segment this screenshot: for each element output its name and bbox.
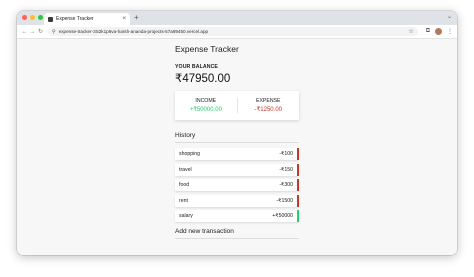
page-content: Expense Tracker YOUR BALANCE ₹47950.00 I… xyxy=(17,39,457,255)
transaction-item[interactable]: rent -₹1500 xyxy=(175,194,299,207)
minimize-window-button[interactable] xyxy=(30,15,35,20)
browser-window: Expense Tracker × + ⌄ ← → ↻ ⚲ expense-tr… xyxy=(17,11,457,255)
browser-tab[interactable]: Expense Tracker × xyxy=(44,13,130,25)
transaction-item[interactable]: food -₹300 xyxy=(175,179,299,192)
site-settings-icon[interactable]: ⚲ xyxy=(52,29,56,35)
expense-tracker-app: Expense Tracker YOUR BALANCE ₹47950.00 I… xyxy=(175,43,299,240)
forward-icon[interactable]: → xyxy=(29,29,36,35)
income-label: INCOME xyxy=(195,98,217,104)
transaction-text: rent xyxy=(179,197,188,204)
transaction-text: shopping xyxy=(179,151,201,157)
tab-title: Expense Tracker xyxy=(56,16,94,22)
income-expense-card: INCOME +₹50000.00 EXPENSE -₹1250.00 xyxy=(175,91,299,120)
balance-value: ₹47950.00 xyxy=(175,73,231,85)
expense-label: EXPENSE xyxy=(255,98,281,104)
page-title: Expense Tracker xyxy=(175,44,239,54)
close-window-button[interactable] xyxy=(22,15,27,20)
transaction-amount: -₹1500 xyxy=(276,197,293,204)
income-value: +₹50000.00 xyxy=(189,107,222,113)
new-tab-button[interactable]: + xyxy=(134,13,139,23)
transaction-amount: +₹50000 xyxy=(272,213,293,220)
expense-value: -₹1250.00 xyxy=(254,107,282,113)
address-bar[interactable]: ⚲ expense-tracker-3S2k1p6va-harsh-ananda… xyxy=(48,27,418,36)
profile-avatar[interactable] xyxy=(435,28,442,35)
browser-menu-icon[interactable]: ⋮ xyxy=(447,28,453,35)
url-text[interactable]: expense-tracker-3S2k1p6va-harsh-ananda-p… xyxy=(59,29,409,34)
reload-icon[interactable]: ↻ xyxy=(37,28,44,35)
add-transaction-heading: Add new transaction xyxy=(175,228,299,240)
tab-bar: Expense Tracker × + ⌄ xyxy=(17,11,457,25)
favicon-icon xyxy=(48,16,53,22)
transaction-amount: -₹150 xyxy=(279,166,293,173)
tab-close-icon[interactable]: × xyxy=(122,16,126,22)
transaction-list: shopping -₹100 travel -₹150 food -₹300 r… xyxy=(175,148,299,223)
extensions-icon[interactable]: ⧉ xyxy=(426,28,430,35)
transaction-text: salary xyxy=(179,213,193,220)
maximize-window-button[interactable] xyxy=(38,15,43,20)
bookmark-star-icon[interactable]: ☆ xyxy=(408,28,413,35)
balance-label: YOUR BALANCE xyxy=(175,64,218,70)
transaction-text: travel xyxy=(179,166,192,173)
browser-toolbar: ← → ↻ ⚲ expense-tracker-3S2k1p6va-harsh-… xyxy=(17,25,457,39)
history-heading: History xyxy=(175,132,299,143)
expense-column: EXPENSE -₹1250.00 xyxy=(236,98,300,113)
income-column: INCOME +₹50000.00 xyxy=(175,98,237,113)
transaction-item[interactable]: travel -₹150 xyxy=(175,163,299,176)
transaction-amount: -₹300 xyxy=(279,182,293,189)
transaction-amount: -₹100 xyxy=(279,151,293,157)
window-controls xyxy=(22,15,43,20)
transaction-item[interactable]: shopping -₹100 xyxy=(175,148,299,160)
back-icon[interactable]: ← xyxy=(21,29,28,35)
transaction-text: food xyxy=(179,182,190,189)
tab-search-chevron-icon[interactable]: ⌄ xyxy=(447,13,452,20)
transaction-item[interactable]: salary +₹50000 xyxy=(175,210,299,223)
